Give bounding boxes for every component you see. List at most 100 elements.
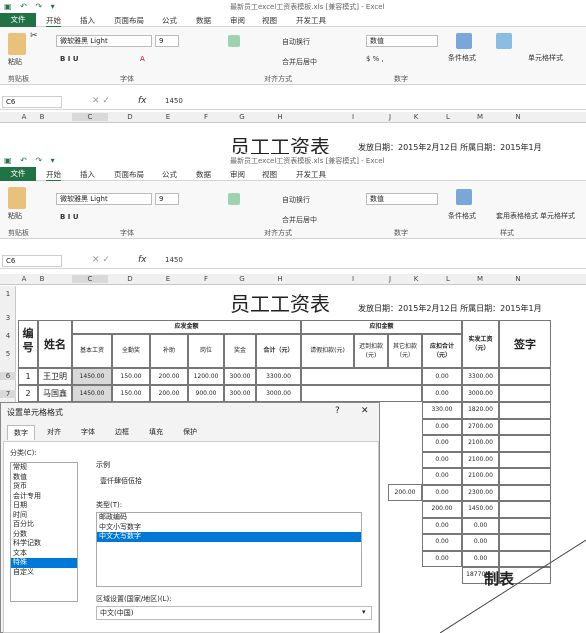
align-middle-icon-2[interactable]	[228, 193, 240, 205]
category-item[interactable]: 自定义	[11, 568, 77, 578]
category-item[interactable]: 货币	[11, 482, 77, 492]
ded-total-cell[interactable]: 0.00	[422, 451, 462, 468]
cut-icon[interactable]: ✂	[30, 31, 38, 41]
name-box[interactable]: C6	[2, 96, 62, 108]
category-item[interactable]: 时间	[11, 511, 77, 521]
bold-icon[interactable]: B I U	[60, 55, 79, 63]
table-format-button-2[interactable]: 套用表格格式	[496, 211, 538, 221]
tab-page-layout-2[interactable]: 页面布局	[114, 169, 144, 180]
conditional-format-icon[interactable]	[456, 33, 472, 49]
category-item[interactable]: 分数	[11, 530, 77, 540]
cell-styles-button-2[interactable]: 单元格样式	[540, 211, 575, 221]
number-format-select[interactable]: 数值	[366, 35, 438, 47]
bold-icon-2[interactable]: B I U	[60, 213, 79, 221]
number-format-select-2[interactable]: 数值	[366, 193, 438, 205]
tab-alignment[interactable]: 对齐	[41, 425, 67, 439]
row2-base[interactable]: 1450.00	[72, 385, 112, 402]
close-button[interactable]: ✕	[361, 406, 369, 416]
ded-total-cell[interactable]: 330.00	[422, 402, 462, 419]
row2-number[interactable]: 2	[18, 385, 38, 402]
conditional-format-button[interactable]: 条件格式	[448, 53, 476, 63]
net-pay-cell[interactable]: 1820.00	[462, 402, 499, 419]
signature-cell[interactable]	[499, 501, 551, 518]
signature-cell[interactable]	[499, 402, 551, 419]
category-item[interactable]: 文本	[11, 549, 77, 559]
tab-review-2[interactable]: 审阅	[230, 169, 245, 180]
net-pay-cell[interactable]: 2100.00	[462, 468, 499, 485]
tab-insert[interactable]: 插入	[80, 15, 95, 26]
tab-border[interactable]: 边框	[109, 425, 135, 439]
paste-icon[interactable]	[8, 33, 26, 55]
row1-attendance[interactable]: 150.00	[112, 368, 150, 385]
type-item[interactable]: 中文大写数字	[97, 532, 361, 542]
row1-number[interactable]: 1	[18, 368, 38, 385]
row2-signature[interactable]	[499, 385, 551, 402]
formula-input-2[interactable]: 1450	[165, 256, 183, 264]
row1-base[interactable]: 1450.00	[72, 368, 112, 385]
category-item[interactable]: 科学记数	[11, 539, 77, 549]
tab-file-2[interactable]: 文件	[0, 167, 36, 181]
align-middle-icon[interactable]	[228, 35, 240, 47]
percent-icon[interactable]: $ % ,	[366, 55, 384, 63]
tab-view[interactable]: 视图	[262, 15, 277, 26]
conditional-format-button-2[interactable]: 条件格式	[448, 211, 476, 221]
paste-icon-2[interactable]	[8, 187, 26, 209]
other-deduction-cell[interactable]: 200.00	[388, 484, 422, 501]
category-item[interactable]: 常规	[11, 463, 77, 473]
tab-number[interactable]: 数字	[7, 425, 35, 440]
tab-font[interactable]: 字体	[75, 425, 101, 439]
font-name-select-2[interactable]: 微软雅黑 Light	[56, 193, 152, 205]
function-icon-2[interactable]: fx	[138, 255, 147, 265]
tab-file[interactable]: 文件	[0, 13, 36, 27]
tab-page-layout[interactable]: 页面布局	[114, 15, 144, 26]
row2-position[interactable]: 900.00	[188, 385, 224, 402]
category-item[interactable]: 会计专用	[11, 492, 77, 502]
merge-center-button-2[interactable]: 合并后居中	[282, 215, 317, 225]
chevron-down-icon[interactable]: ▾	[362, 608, 366, 616]
ded-total-cell[interactable]: 0.00	[422, 484, 462, 501]
category-list[interactable]: 常规 数值 货币 会计专用 日期 时间 百分比 分数 科学记数 文本 特殊 自定义	[10, 462, 78, 602]
type-item[interactable]: 邮政编码	[97, 513, 361, 523]
row1-signature[interactable]	[499, 368, 551, 385]
net-pay-cell[interactable]: 1450.00	[462, 501, 499, 518]
font-color-icon[interactable]: A	[140, 55, 145, 63]
row2-bonus[interactable]: 300.00	[224, 385, 256, 402]
locale-select[interactable]: 中文(中国)	[96, 606, 372, 620]
category-item[interactable]: 日期	[11, 501, 77, 511]
quick-access-icons[interactable]: ▣ ↶ ↷ ▾	[4, 2, 58, 11]
signature-cell[interactable]	[499, 484, 551, 501]
table-format-icon[interactable]	[496, 33, 512, 49]
help-button[interactable]: ?	[335, 406, 340, 416]
row1-total[interactable]: 3300.00	[256, 368, 301, 385]
category-item[interactable]: 百分比	[11, 520, 77, 530]
type-item[interactable]: 中文小写数字	[97, 523, 361, 533]
row2-name[interactable]: 马国鑫	[38, 385, 72, 402]
tab-fill[interactable]: 填充	[143, 425, 169, 439]
signature-cell[interactable]	[499, 468, 551, 485]
wrap-text-button[interactable]: 自动换行	[282, 37, 310, 47]
row1-allowance[interactable]: 200.00	[150, 368, 188, 385]
tab-review[interactable]: 审阅	[230, 15, 245, 26]
category-item[interactable]: 数值	[11, 473, 77, 483]
net-pay-cell[interactable]: 2100.00	[462, 451, 499, 468]
type-list[interactable]: 邮政编码 中文小写数字 中文大写数字	[96, 512, 362, 587]
net-pay-cell[interactable]: 2300.00	[462, 484, 499, 501]
cell-styles-button[interactable]: 单元格样式	[528, 53, 563, 63]
ded-total-cell[interactable]: 0.00	[422, 468, 462, 485]
font-size-select[interactable]: 9	[155, 35, 179, 47]
row2-allowance[interactable]: 200.00	[150, 385, 188, 402]
row1-bonus[interactable]: 300.00	[224, 368, 256, 385]
row1-ded-total[interactable]: 0.00	[422, 368, 462, 385]
row2-attendance[interactable]: 150.00	[112, 385, 150, 402]
tab-developer-2[interactable]: 开发工具	[296, 169, 326, 180]
ded-total-cell[interactable]: 200.00	[422, 501, 462, 518]
row1-blank-ded[interactable]	[301, 368, 422, 385]
row1-position[interactable]: 1200.00	[188, 368, 224, 385]
tab-data[interactable]: 数据	[196, 15, 211, 26]
font-name-select[interactable]: 微软雅黑 Light	[56, 35, 152, 47]
signature-cell[interactable]	[499, 418, 551, 435]
quick-access-icons-2[interactable]: ▣ ↶ ↷ ▾	[4, 156, 58, 165]
name-box-2[interactable]: C6	[2, 255, 62, 267]
merge-center-button[interactable]: 合并后居中	[282, 57, 317, 67]
font-size-select-2[interactable]: 9	[155, 193, 179, 205]
